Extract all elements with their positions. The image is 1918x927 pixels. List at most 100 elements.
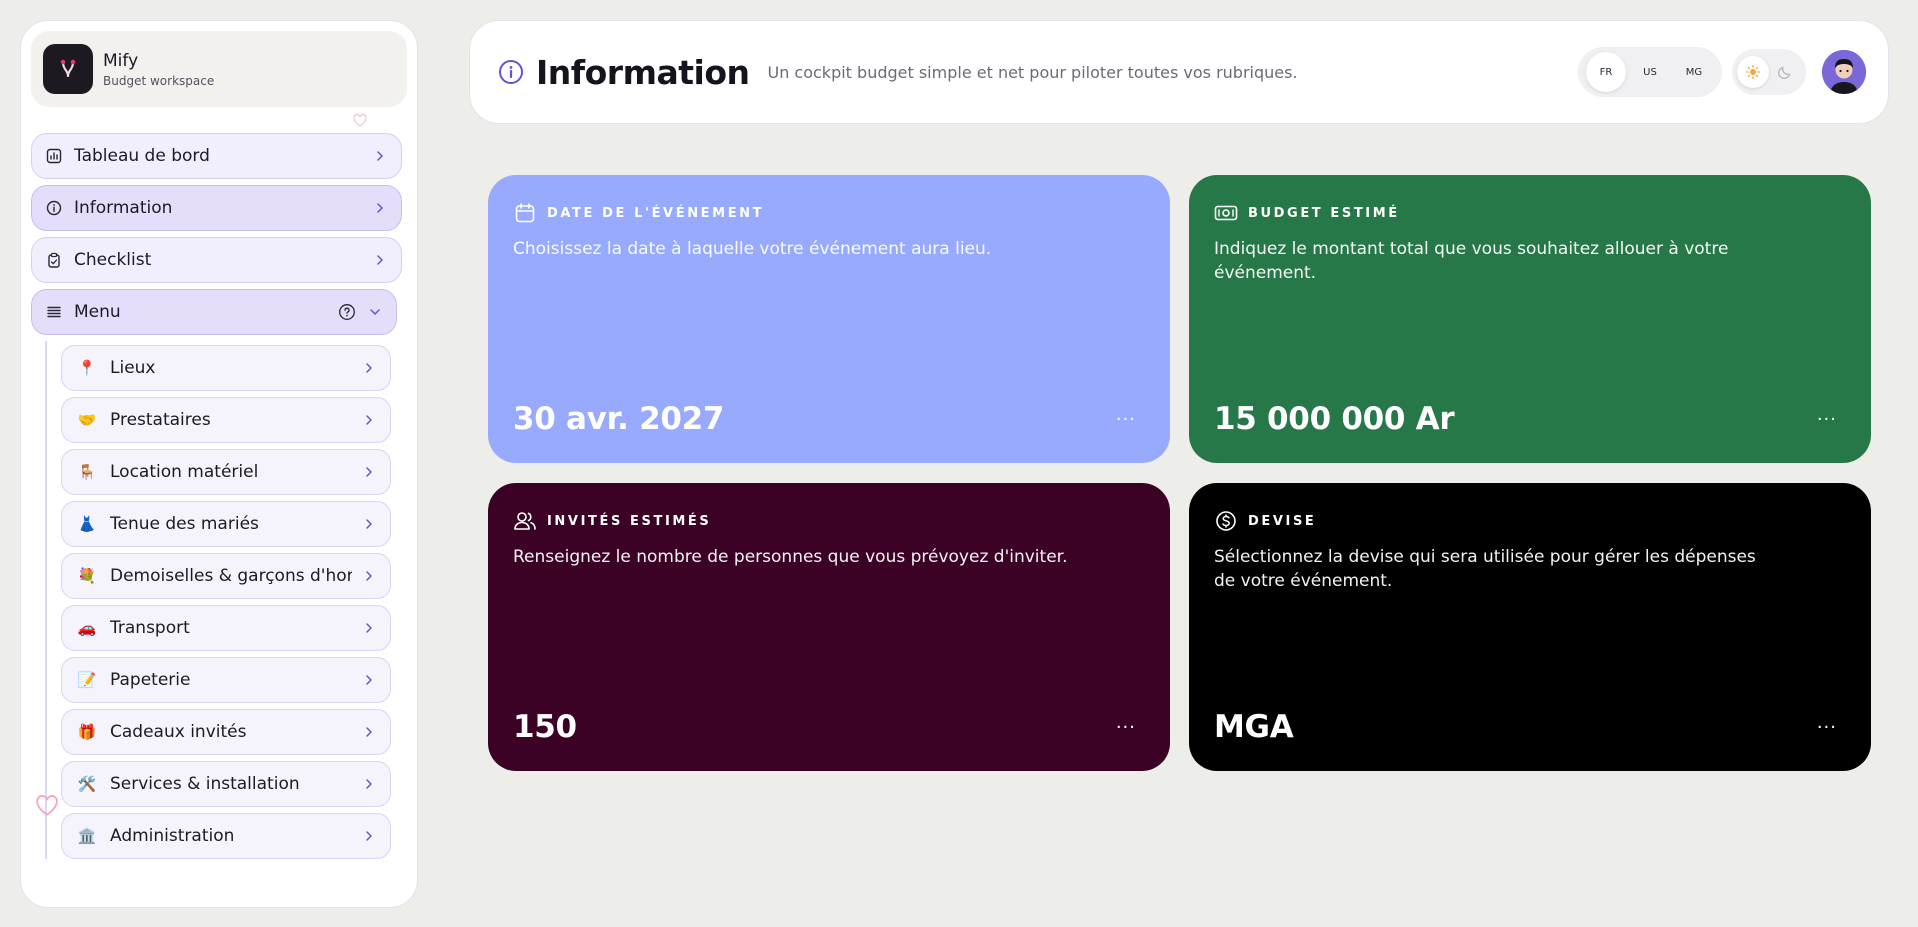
more-options-button[interactable]: ··· — [1817, 411, 1837, 429]
pin-icon: 📍 — [77, 359, 97, 377]
chevron-right-icon — [366, 727, 372, 737]
language-mg-button[interactable]: MG — [1674, 52, 1714, 92]
building-icon: 🏛️ — [77, 827, 97, 845]
submenu-item-location-materiel[interactable]: 🪑 Location matériel — [61, 449, 391, 495]
guests-card[interactable]: INVITÉS ESTIMÉS Renseignez le nombre de … — [488, 483, 1170, 771]
more-options-button[interactable]: ··· — [1817, 719, 1837, 737]
memo-icon: 📝 — [77, 671, 97, 689]
card-title: DEVISE — [1248, 513, 1317, 529]
more-options-button[interactable]: ··· — [1116, 719, 1136, 737]
avatar[interactable] — [1822, 50, 1866, 94]
card-title: INVITÉS ESTIMÉS — [547, 513, 712, 529]
chevron-right-icon — [366, 415, 372, 425]
language-fr-button[interactable]: FR — [1586, 52, 1626, 92]
chevron-right-icon — [377, 151, 383, 161]
dress-icon: 👗 — [77, 515, 97, 533]
event-date-card[interactable]: DATE DE L'ÉVÉNEMENT Choisissez la date à… — [488, 175, 1170, 463]
sidebar-item-label: Menu — [74, 302, 121, 322]
chevron-right-icon — [366, 571, 372, 581]
submenu-item-papeterie[interactable]: 📝 Papeterie — [61, 657, 391, 703]
submenu-item-label: Transport — [110, 618, 190, 638]
sidebar-item-label: Tableau de bord — [74, 146, 210, 166]
banknote-icon — [1214, 201, 1238, 225]
heart-decoration-icon — [353, 113, 367, 127]
clipboard-icon — [46, 252, 62, 268]
submenu-item-label: Cadeaux invités — [110, 722, 247, 742]
budget-value: 15 000 000 Ar — [1214, 401, 1455, 437]
gift-icon: 🎁 — [77, 723, 97, 741]
help-circle-icon[interactable] — [338, 303, 356, 321]
info-icon — [46, 200, 62, 216]
page-title: Information — [536, 52, 750, 92]
calendar-icon — [513, 201, 537, 225]
sidebar-item-information[interactable]: Information — [31, 185, 402, 231]
handshake-icon: 🤝 — [77, 411, 97, 429]
chart-icon — [46, 148, 62, 164]
submenu-item-label: Lieux — [110, 358, 156, 378]
chevron-right-icon — [377, 203, 383, 213]
page-header: Information Un cockpit budget simple et … — [469, 20, 1889, 124]
submenu-item-label: Location matériel — [110, 462, 259, 482]
sidebar-item-checklist[interactable]: Checklist — [31, 237, 402, 283]
submenu-item-administration[interactable]: 🏛️ Administration — [61, 813, 391, 859]
card-description: Renseignez le nombre de personnes que vo… — [513, 547, 1068, 567]
language-switch: FR US MG — [1578, 47, 1722, 97]
sidebar-item-dashboard[interactable]: Tableau de bord — [31, 133, 402, 179]
info-icon — [499, 60, 523, 84]
menu-submenu: 📍 Lieux 🤝 Prestataires 🪑 Location matéri… — [45, 341, 407, 859]
chair-icon: 🪑 — [77, 463, 97, 481]
submenu-item-label: Papeterie — [110, 670, 191, 690]
submenu-item-tenue-maries[interactable]: 👗 Tenue des mariés — [61, 501, 391, 547]
chevron-right-icon — [366, 467, 372, 477]
submenu-item-label: Tenue des mariés — [110, 514, 259, 534]
card-description: Indiquez le montant total que vous souha… — [1214, 239, 1729, 283]
submenu-item-transport[interactable]: 🚗 Transport — [61, 605, 391, 651]
sidebar-item-label: Checklist — [74, 250, 152, 270]
submenu-item-demoiselles-garcons[interactable]: 💐 Demoiselles & garçons d'honneur — [61, 553, 391, 599]
chevron-right-icon — [366, 779, 372, 789]
brand-block[interactable]: Mify Budget workspace — [31, 31, 407, 107]
sun-icon[interactable] — [1737, 56, 1769, 88]
chevron-right-icon — [366, 831, 372, 841]
card-description: Sélectionnez la devise qui sera utilisée… — [1214, 547, 1756, 591]
submenu-item-label: Administration — [110, 826, 235, 846]
page-subtitle: Un cockpit budget simple et net pour pil… — [767, 62, 1298, 82]
more-options-button[interactable]: ··· — [1116, 411, 1136, 429]
sidebar: Mify Budget workspace Tableau de bord In… — [20, 20, 418, 908]
card-title: DATE DE L'ÉVÉNEMENT — [547, 205, 765, 221]
chevron-right-icon — [366, 623, 372, 633]
submenu-item-services-installation[interactable]: 🛠️ Services & installation — [61, 761, 391, 807]
dollar-circle-icon — [1214, 509, 1238, 533]
users-icon — [513, 509, 537, 533]
menu-stack-icon — [46, 304, 62, 320]
card-description: Choisissez la date à laquelle votre évén… — [513, 239, 992, 259]
submenu-item-lieux[interactable]: 📍 Lieux — [61, 345, 391, 391]
brand-subtitle: Budget workspace — [103, 73, 215, 88]
chevron-right-icon — [366, 675, 372, 685]
bouquet-icon: 💐 — [77, 567, 97, 585]
language-us-button[interactable]: US — [1630, 52, 1670, 92]
budget-card[interactable]: BUDGET ESTIMÉ Indiquez le montant total … — [1189, 175, 1871, 463]
currency-value: MGA — [1214, 709, 1294, 745]
event-date-value: 30 avr. 2027 — [513, 401, 725, 437]
submenu-item-prestataires[interactable]: 🤝 Prestataires — [61, 397, 391, 443]
submenu-item-label: Services & installation — [110, 774, 300, 794]
guests-value: 150 — [513, 709, 577, 745]
submenu-item-label: Prestataires — [110, 410, 211, 430]
currency-card[interactable]: DEVISE Sélectionnez la devise qui sera u… — [1189, 483, 1871, 771]
card-title: BUDGET ESTIMÉ — [1248, 205, 1400, 221]
theme-toggle[interactable] — [1732, 49, 1806, 95]
chevron-right-icon — [377, 255, 383, 265]
brand-name: Mify — [103, 50, 139, 71]
submenu-item-label: Demoiselles & garçons d'honneur — [110, 566, 352, 586]
chevron-right-icon — [366, 363, 372, 373]
submenu-item-cadeaux-invites[interactable]: 🎁 Cadeaux invités — [61, 709, 391, 755]
sidebar-item-label: Information — [74, 198, 173, 218]
chevron-right-icon — [366, 519, 372, 529]
chevron-down-icon — [370, 309, 380, 315]
car-icon: 🚗 — [77, 619, 97, 637]
sidebar-item-menu[interactable]: Menu — [31, 289, 397, 335]
heart-decoration-icon — [36, 795, 58, 816]
brand-logo-icon — [43, 44, 93, 94]
moon-icon[interactable] — [1769, 56, 1801, 88]
